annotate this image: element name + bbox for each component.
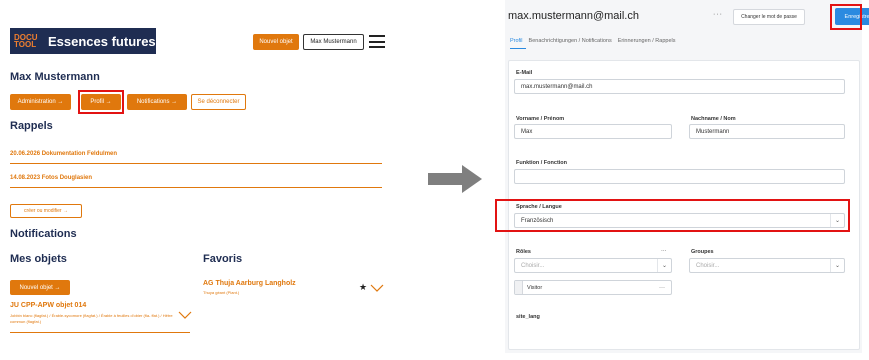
tab-notifications[interactable]: Benachrichtigungen / Notifications: [529, 38, 612, 44]
profile-tabs: Profil Benachrichtigungen / Notification…: [510, 38, 676, 44]
more-options-icon[interactable]: ···: [713, 11, 723, 18]
chevron-down-icon[interactable]: ⌄: [657, 259, 671, 272]
nav-administration-button[interactable]: Administration →: [10, 94, 71, 110]
site-lang-label: site_lang: [516, 314, 540, 320]
lastname-label: Nachname / Nom: [691, 116, 736, 122]
firstname-field[interactable]: Max: [514, 124, 672, 139]
email-label: E-Mail: [516, 70, 533, 76]
chevron-down-icon[interactable]: [370, 284, 384, 292]
reminder-item[interactable]: 14.08.2023 Fotos Douglasien: [10, 175, 382, 188]
object-divider: [10, 332, 190, 333]
favorite-subtitle: Thuya géant (Plant.): [203, 290, 240, 295]
change-password-button[interactable]: Changer le mot de passe: [733, 9, 805, 25]
profile-email-title: max.mustermann@mail.ch: [508, 10, 639, 22]
favorites-title: Favoris: [203, 253, 243, 265]
chevron-down-icon[interactable]: [178, 311, 192, 319]
logout-button[interactable]: Se déconnecter: [191, 94, 246, 110]
tab-profil[interactable]: Profil: [510, 38, 523, 44]
groups-label: Groupes: [691, 249, 714, 255]
role-chip-visitor[interactable]: Visitor ···: [514, 280, 672, 295]
my-objects-title: Mes objets: [10, 253, 67, 265]
roles-more-icon[interactable]: ···: [661, 248, 667, 254]
user-menu-button[interactable]: Max Mustermann: [303, 34, 364, 50]
roles-label: Rôles: [516, 249, 531, 255]
logo[interactable]: DOCU TOOL Essences futures: [10, 28, 156, 54]
roles-select[interactable]: Choisir... ⌄: [514, 258, 672, 273]
object-description: Jobbin blanc (flagfat.) / Érable-sycomor…: [10, 313, 173, 324]
object-title[interactable]: JU CPP-APW objet 014: [10, 302, 86, 309]
function-label: Funktion / Fonction: [516, 160, 568, 166]
firstname-label: Vorname / Prénom: [516, 116, 565, 122]
hamburger-menu-icon[interactable]: [369, 35, 385, 48]
create-or-edit-button[interactable]: créer ou modifier →: [10, 204, 82, 218]
profil-highlight-box: [78, 90, 124, 114]
arrow-right-icon: [428, 165, 482, 193]
new-object-button[interactable]: Nouvel objet: [253, 34, 299, 50]
my-objects-new-button[interactable]: Nouvel objet →: [10, 280, 70, 295]
function-field[interactable]: [514, 169, 845, 184]
lastname-field[interactable]: Mustermann: [689, 124, 845, 139]
language-highlight-box: [495, 199, 850, 232]
role-chip-more-icon[interactable]: ···: [659, 285, 665, 291]
reminder-item[interactable]: 20.06.2026 Dokumentation Feldulmen: [10, 151, 382, 164]
groups-select[interactable]: Choisir... ⌄: [689, 258, 845, 273]
notifications-title: Notifications: [10, 228, 77, 240]
save-highlight-box: [830, 4, 862, 30]
star-icon[interactable]: ★: [359, 282, 367, 293]
chevron-down-icon[interactable]: ⌄: [830, 259, 844, 272]
drag-handle-icon[interactable]: [515, 281, 523, 294]
logo-title: Essences futures: [48, 33, 156, 49]
email-field[interactable]: max.mustermann@mail.ch: [514, 79, 845, 94]
tab-reminders[interactable]: Erinnerungen / Rappels: [618, 38, 676, 44]
tab-active-indicator: [510, 48, 526, 49]
user-name-heading: Max Mustermann: [10, 71, 100, 83]
reminders-title: Rappels: [10, 120, 53, 132]
left-panel: DOCU TOOL Essences futures Nouvel objet …: [0, 0, 400, 360]
favorite-title[interactable]: AG Thuja Aarburg Langholz: [203, 280, 296, 287]
nav-notifications-button[interactable]: Notifications →: [127, 94, 187, 110]
logo-mark: DOCU TOOL: [14, 33, 38, 49]
